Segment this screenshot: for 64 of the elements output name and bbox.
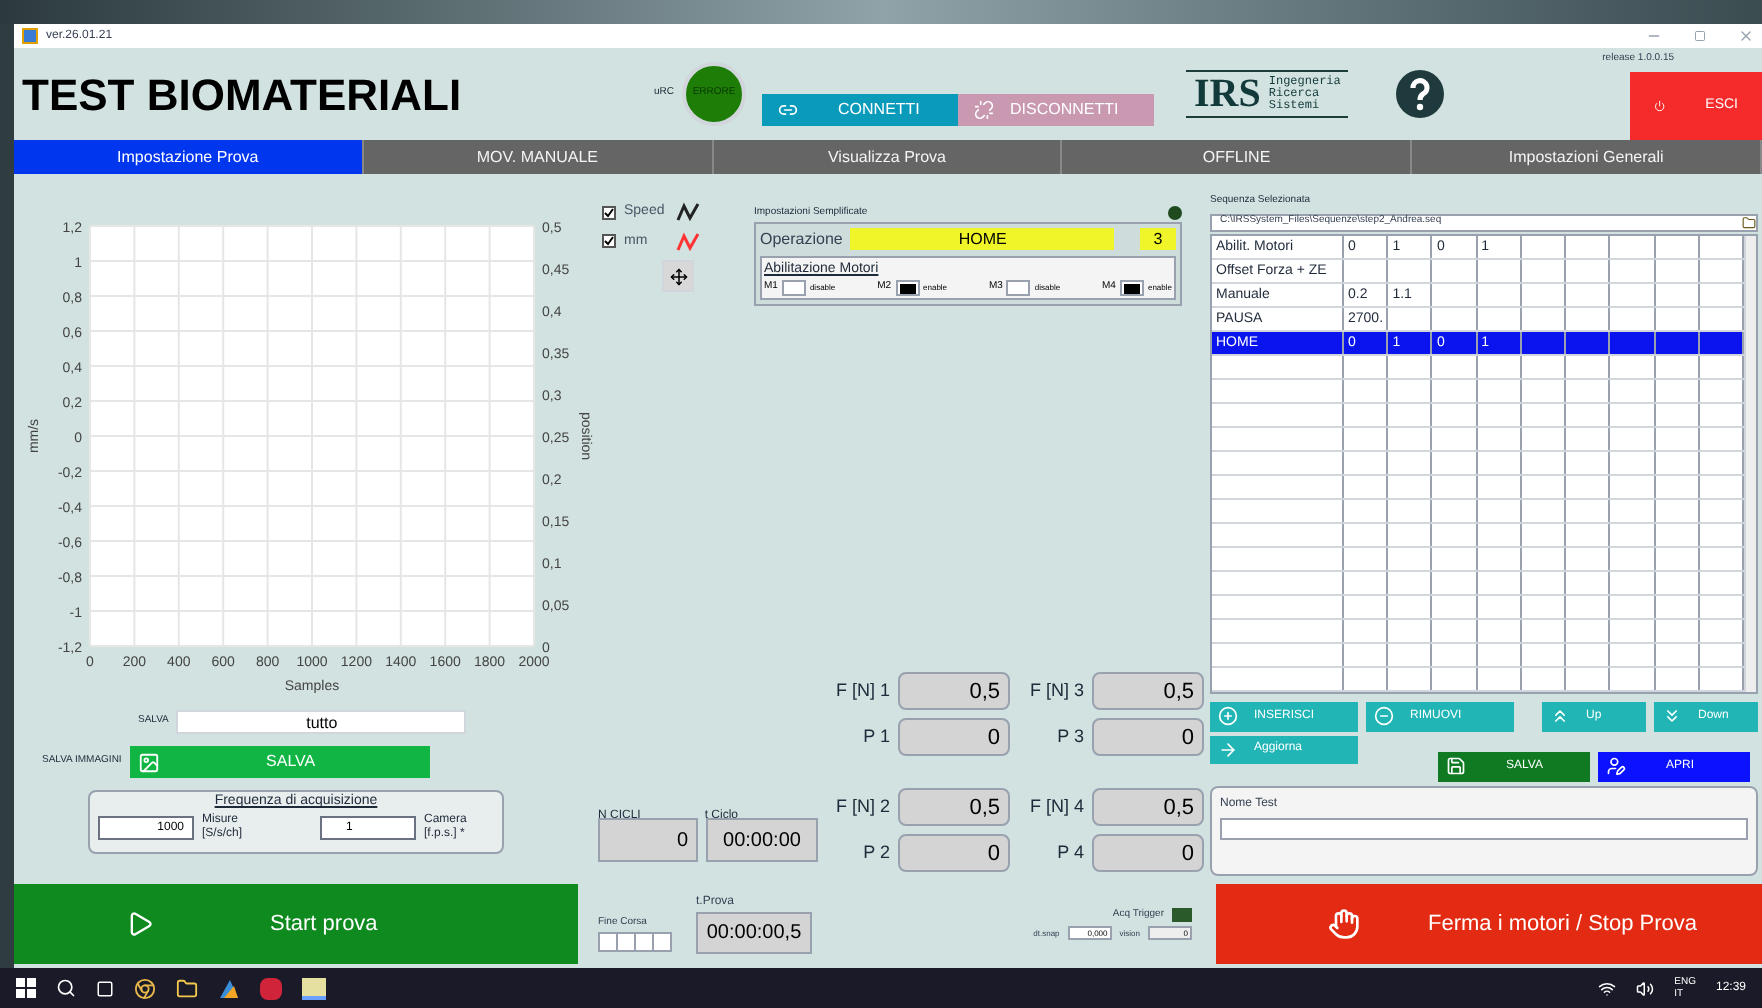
- save-icon: [1446, 756, 1466, 776]
- arrow-icon: [1218, 739, 1238, 759]
- readout-label: F [N] 1: [833, 677, 890, 704]
- open-icon: [1606, 756, 1626, 776]
- app-title: TEST BIOMATERIALI: [22, 67, 464, 123]
- readout-value: 0: [1092, 718, 1204, 756]
- readout-label: P 2: [861, 839, 890, 866]
- link-icon: [778, 100, 799, 120]
- task-view-icon[interactable]: [96, 979, 114, 997]
- help-icon[interactable]: [1396, 70, 1445, 118]
- limit-indicators: [598, 931, 672, 952]
- readout-label: F [N] 4: [1027, 793, 1084, 820]
- minus-icon: [1374, 706, 1394, 726]
- legend-checkbox[interactable]: [602, 234, 616, 249]
- volume-icon[interactable]: [1636, 979, 1655, 997]
- connect-button[interactable]: CONNETTI: [762, 94, 959, 126]
- save-select[interactable]: tutto: [176, 710, 467, 734]
- readout-value: 0,5: [1092, 788, 1204, 826]
- maximize-icon[interactable]: [1694, 30, 1706, 42]
- readout-label: P 1: [861, 723, 890, 750]
- folder-icon[interactable]: [1742, 215, 1756, 229]
- name-input[interactable]: [1220, 817, 1748, 839]
- network-icon[interactable]: [1598, 979, 1617, 997]
- motor-checkbox[interactable]: [1006, 280, 1031, 296]
- readout-value: 0,5: [1092, 672, 1204, 710]
- readout-value: 0: [1092, 834, 1204, 872]
- field-label: Operazione: [760, 227, 843, 251]
- play-icon: [126, 910, 154, 938]
- unlink-icon: [974, 100, 995, 120]
- zoom-tool-button[interactable]: [662, 260, 694, 292]
- motor-checkbox[interactable]: [895, 280, 920, 296]
- start-button[interactable]: Start prova: [14, 884, 578, 964]
- readout-value: 0,5: [898, 788, 1010, 826]
- legend-checkbox[interactable]: [602, 205, 616, 220]
- down-icon: [1662, 706, 1682, 726]
- windows-icon[interactable]: [16, 978, 36, 998]
- readout-label: P 3: [1055, 723, 1084, 750]
- hand-icon: [1328, 908, 1360, 940]
- move-icon: [669, 267, 687, 285]
- cycle-time: 00:00:00: [706, 818, 818, 862]
- readout-label: F [N] 3: [1027, 677, 1084, 704]
- image-icon: [137, 751, 160, 773]
- browser-icon[interactable]: [134, 977, 156, 999]
- stop-button[interactable]: Ferma i motori / Stop Prova: [1216, 884, 1762, 964]
- app-icon[interactable]: [302, 977, 326, 999]
- readout-label: F [N] 2: [833, 793, 890, 820]
- operation-select[interactable]: HOME: [850, 228, 1115, 250]
- cycle-count: 0: [598, 818, 698, 862]
- readout-value: 0: [898, 834, 1010, 872]
- scrollbar[interactable]: [1744, 235, 1756, 691]
- close-icon[interactable]: [1738, 28, 1754, 44]
- readout-label: P 4: [1055, 839, 1084, 866]
- motor-checkbox[interactable]: [1119, 280, 1144, 296]
- plus-icon: [1218, 706, 1238, 726]
- app-icon: [22, 28, 38, 44]
- readout-value: 0,5: [898, 672, 1010, 710]
- step-field: 3: [1140, 228, 1176, 250]
- app-icon[interactable]: [218, 977, 240, 999]
- readout-value: 0: [898, 718, 1010, 756]
- search-icon[interactable]: [56, 978, 76, 998]
- motor-checkbox[interactable]: [781, 280, 806, 296]
- tab[interactable]: Impostazione Prova: [14, 140, 364, 174]
- test-time: 00:00:00,5: [696, 912, 812, 954]
- up-icon: [1550, 706, 1570, 726]
